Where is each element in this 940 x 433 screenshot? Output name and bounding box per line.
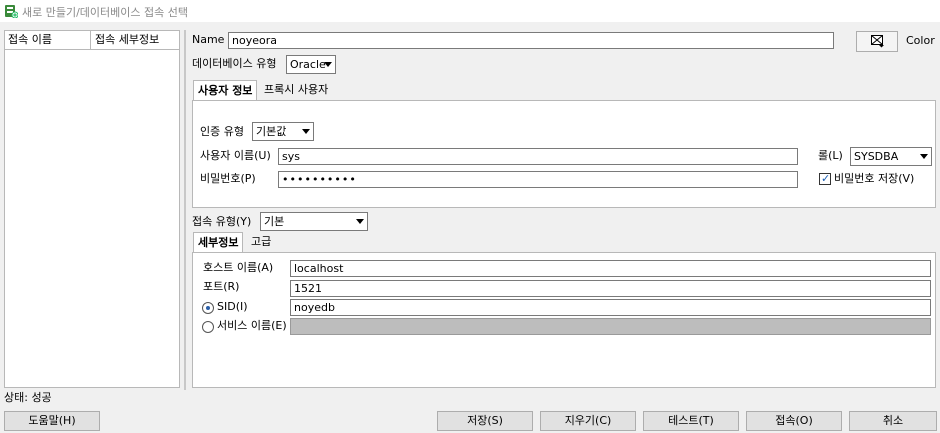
cancel-button[interactable]: 취소 [849, 411, 937, 431]
chevron-down-icon [324, 62, 332, 67]
status-text: 상태: 성공 [4, 391, 52, 404]
column-header-connection-details[interactable]: 접속 세부정보 [91, 31, 179, 50]
name-input[interactable]: noyeora [228, 32, 834, 49]
service-name-label: 서비스 이름(E) [217, 319, 287, 332]
color-label: Color [906, 34, 935, 47]
conn-type-value: 기본 [264, 215, 285, 228]
window-title: 새로 만들기/데이터베이스 접속 선택 [22, 6, 188, 19]
tab-proxy-user[interactable]: 프록시 사용자 [260, 80, 332, 100]
sid-label: SID(I) [217, 300, 248, 313]
auth-type-label: 인증 유형 [200, 125, 244, 138]
sid-radio[interactable] [202, 302, 214, 314]
test-button[interactable]: 테스트(T) [643, 411, 739, 431]
radio-selected-icon [206, 306, 210, 310]
connect-button[interactable]: 접속(O) [746, 411, 842, 431]
db-type-value: Oracle [290, 58, 326, 71]
tab-advanced[interactable]: 고급 [247, 232, 275, 252]
port-label: 포트(R) [203, 280, 240, 293]
save-password-label: 비밀번호 저장(V) [834, 172, 915, 185]
sid-input[interactable]: noyedb [290, 299, 931, 316]
tab-user-info[interactable]: 사용자 정보 [193, 80, 258, 100]
service-name-input [290, 318, 931, 335]
host-label: 호스트 이름(A) [203, 261, 274, 274]
save-button[interactable]: 저장(S) [437, 411, 533, 431]
auth-type-value: 기본값 [256, 125, 287, 138]
auth-type-select[interactable]: 기본값 [252, 122, 314, 141]
chevron-down-icon [302, 129, 310, 134]
username-label: 사용자 이름(U) [200, 149, 271, 162]
clear-button[interactable]: 지우기(C) [540, 411, 636, 431]
tab-details[interactable]: 세부정보 [193, 232, 244, 252]
help-button[interactable]: 도움말(H) [4, 411, 100, 431]
role-label: 롤(L) [818, 149, 843, 162]
username-input[interactable]: sys [278, 148, 798, 165]
panel-splitter[interactable] [184, 30, 186, 390]
checkmark-icon: ✓ [821, 172, 831, 185]
save-password-checkbox[interactable]: ✓ [819, 172, 831, 185]
database-add-icon [5, 5, 18, 18]
db-type-label: 데이터베이스 유형 [192, 57, 277, 70]
role-select[interactable]: SYSDBA [850, 147, 932, 166]
conn-type-select[interactable]: 기본 [260, 212, 368, 231]
chevron-down-icon [356, 219, 364, 224]
column-header-connection-name[interactable]: 접속 이름 [5, 31, 91, 50]
role-value: SYSDBA [854, 150, 899, 163]
host-input[interactable]: localhost [290, 260, 931, 277]
password-input[interactable]: •••••••••• [278, 171, 798, 188]
name-label: Name [192, 33, 225, 46]
title-bar: 새로 만들기/데이터베이스 접속 선택 [0, 0, 940, 22]
db-type-select[interactable]: Oracle [286, 55, 336, 74]
service-name-radio[interactable] [202, 321, 214, 333]
port-input[interactable]: 1521 [290, 280, 931, 297]
conn-type-label: 접속 유형(Y) [192, 215, 252, 228]
password-label: 비밀번호(P) [200, 172, 256, 185]
connection-list[interactable]: 접속 이름 접속 세부정보 [4, 30, 180, 388]
color-swatch-icon [871, 35, 884, 48]
color-picker-button[interactable] [856, 31, 898, 52]
chevron-down-icon [920, 154, 928, 159]
